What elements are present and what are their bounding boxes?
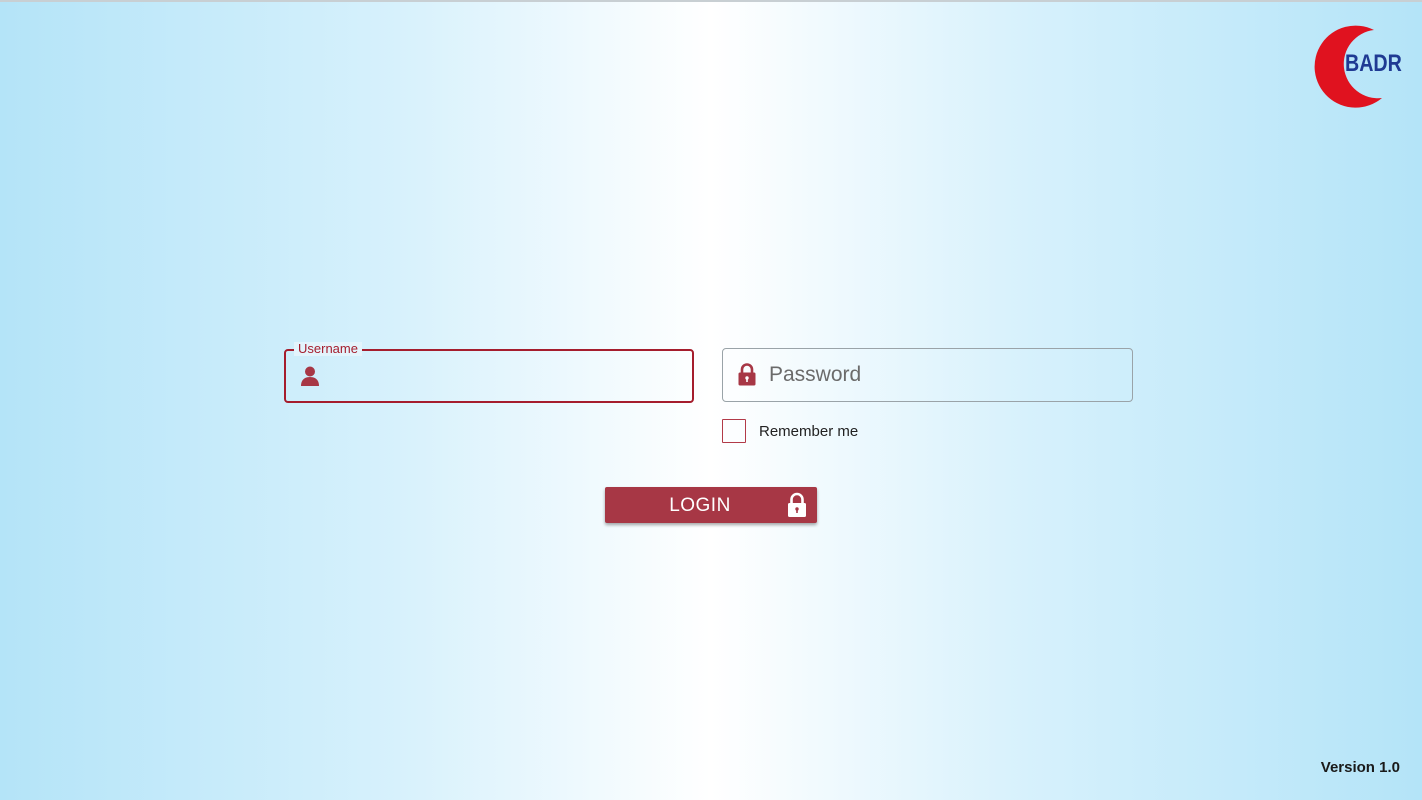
user-icon	[301, 366, 319, 386]
remember-me-label: Remember me	[759, 422, 859, 440]
version-label: Version 1.0	[1320, 759, 1400, 776]
remember-me-row[interactable]: Remember me	[722, 417, 858, 445]
top-divider	[0, 0, 1422, 2]
remember-me-checkbox[interactable]	[722, 419, 746, 443]
username-input[interactable]	[332, 351, 682, 401]
lock-icon	[788, 492, 806, 517]
username-field[interactable]: Username	[284, 342, 694, 403]
logo-text: BADR	[1345, 50, 1402, 77]
lock-icon	[738, 363, 756, 386]
login-button[interactable]: LOGIN	[605, 487, 817, 523]
password-input[interactable]	[769, 349, 1122, 401]
login-button-label: LOGIN	[669, 495, 731, 516]
password-field[interactable]	[722, 348, 1133, 402]
